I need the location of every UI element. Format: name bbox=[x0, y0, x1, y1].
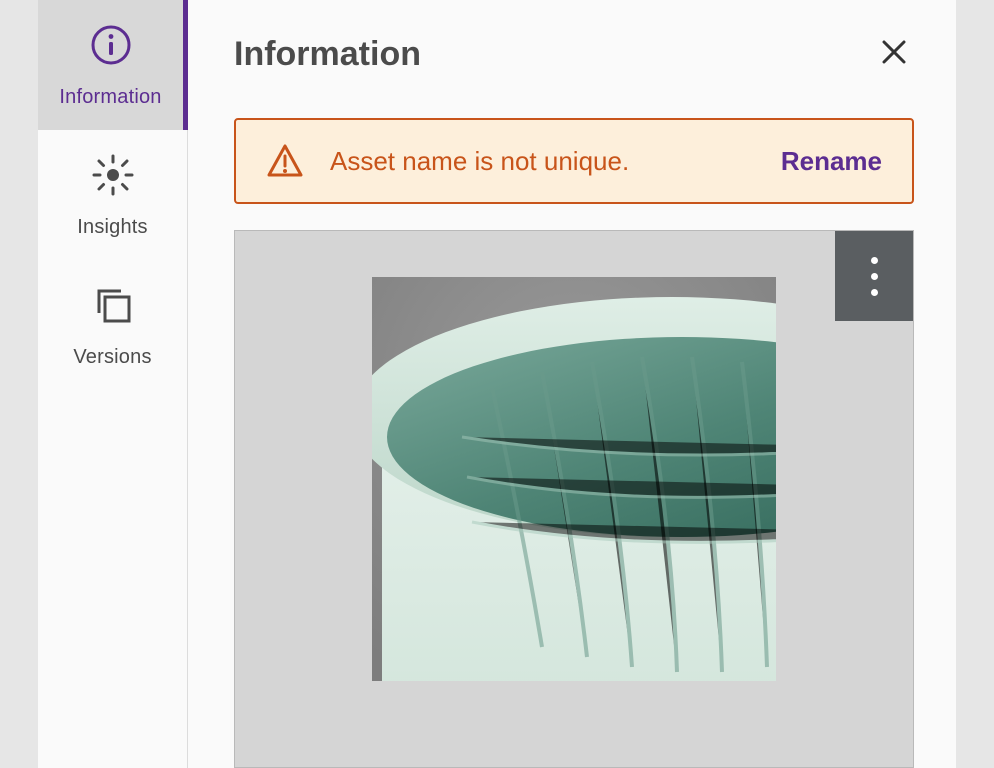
side-tabs: Information Insights bbox=[38, 0, 188, 768]
panel-header: Information bbox=[234, 34, 914, 74]
tab-label: Insights bbox=[77, 216, 148, 239]
tab-label: Versions bbox=[73, 346, 151, 369]
alert-message: Asset name is not unique. bbox=[330, 146, 755, 177]
panel-body: Information Asset name is not unique. bbox=[188, 0, 956, 768]
tab-versions[interactable]: Versions bbox=[38, 260, 187, 390]
tab-label: Information bbox=[59, 86, 161, 109]
versions-icon bbox=[90, 282, 136, 328]
panel-title: Information bbox=[234, 35, 421, 74]
asset-thumbnail bbox=[372, 277, 776, 681]
warning-icon bbox=[266, 142, 304, 180]
insights-icon bbox=[90, 152, 136, 198]
tab-information[interactable]: Information bbox=[38, 0, 188, 130]
details-panel: Information Insights bbox=[38, 0, 956, 768]
info-icon bbox=[88, 22, 134, 68]
tab-insights[interactable]: Insights bbox=[38, 130, 187, 260]
warning-alert: Asset name is not unique. Rename bbox=[234, 118, 914, 204]
rename-link[interactable]: Rename bbox=[781, 146, 882, 177]
close-icon bbox=[881, 39, 907, 70]
kebab-icon bbox=[871, 257, 878, 296]
asset-actions-button[interactable] bbox=[835, 231, 913, 321]
asset-preview bbox=[234, 230, 914, 768]
close-button[interactable] bbox=[874, 34, 914, 74]
